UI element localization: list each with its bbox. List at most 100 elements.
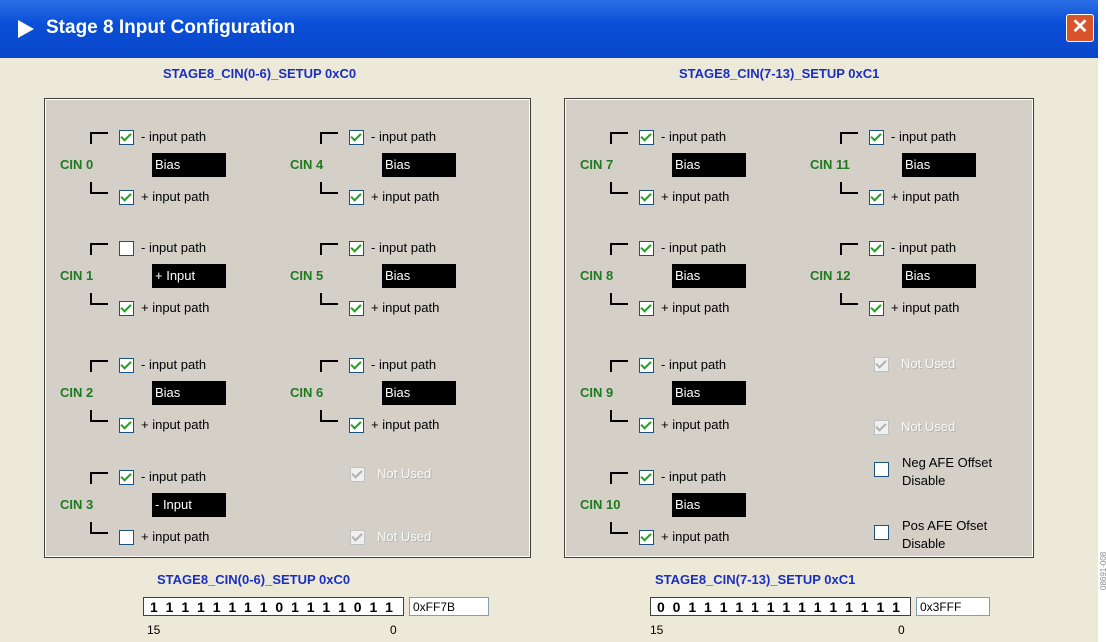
cin-6-bracket-bottom xyxy=(320,410,338,422)
cin-8-neg-input-checkbox[interactable] xyxy=(639,241,654,256)
cin-8-neg-input-label: - input path xyxy=(661,240,727,255)
cin-3-bias-field[interactable]: - Input xyxy=(152,493,226,517)
cin-4-bracket-bottom xyxy=(320,182,338,194)
cin-5-pos-input-checkbox[interactable] xyxy=(349,301,364,316)
cin-2-neg-input-checkbox[interactable] xyxy=(119,358,134,373)
cin-10-pos-input-checkbox[interactable] xyxy=(639,530,654,545)
register-bits-right: 0 0 1 1 1 1 1 1 1 1 1 1 1 1 1 1 xyxy=(650,597,911,616)
cin-5-neg-input-label: - input path xyxy=(371,240,437,255)
cin-1-bracket-top xyxy=(90,243,108,255)
cin-0-pos-input-label: + input path xyxy=(141,189,210,204)
cin-7-neg-input-checkbox[interactable] xyxy=(639,130,654,145)
cin-1-pos-input-label: + input path xyxy=(141,300,210,315)
cin-2-label: CIN 2 xyxy=(60,385,94,400)
cin-11-pos-input-checkbox[interactable] xyxy=(869,190,884,205)
cin-2-pos-input-checkbox[interactable] xyxy=(119,418,134,433)
cin-7-bracket-bottom xyxy=(610,182,628,194)
cin-8-label: CIN 8 xyxy=(580,268,614,283)
cin-8-pos-input-checkbox[interactable] xyxy=(639,301,654,316)
cin-6-bias-field[interactable]: Bias xyxy=(382,381,456,405)
pos-afe-offset-disable-label: Pos AFE Ofset Disable xyxy=(902,517,987,553)
cin-6-neg-input-checkbox[interactable] xyxy=(349,358,364,373)
neg-afe-offset-disable-label: Neg AFE Offset Disable xyxy=(902,454,992,490)
cin-4-bracket-top xyxy=(320,132,338,144)
cin-2-bias-field[interactable]: Bias xyxy=(152,381,226,405)
cin-9-bracket-bottom xyxy=(610,410,628,422)
cin-0-neg-input-checkbox[interactable] xyxy=(119,130,134,145)
cin-8-bracket-bottom xyxy=(610,293,628,305)
register-hex-left[interactable]: 0xFF7B xyxy=(409,597,489,616)
cin-6-pos-input-checkbox[interactable] xyxy=(349,418,364,433)
cin-3-neg-input-label: - input path xyxy=(141,469,207,484)
cin-11-bracket-bottom xyxy=(840,182,858,194)
cin-10-pos-input-label: + input path xyxy=(661,529,730,544)
neg-afe-label-line1: Neg AFE Offset xyxy=(902,455,993,470)
register-title-left: STAGE8_CIN(0-6)_SETUP 0xC0 xyxy=(157,572,351,587)
pos-afe-label-line1: Pos AFE Ofset xyxy=(902,518,988,533)
cin-9-pos-input-checkbox[interactable] xyxy=(639,418,654,433)
cin-11-bias-field[interactable]: Bias xyxy=(902,153,976,177)
cin-6-pos-input-label: + input path xyxy=(371,417,440,432)
pos-afe-offset-disable-checkbox[interactable] xyxy=(874,525,889,540)
cin-6-bracket-top xyxy=(320,360,338,372)
cin-3-neg-input-checkbox[interactable] xyxy=(119,470,134,485)
cin-3-label: CIN 3 xyxy=(60,497,94,512)
cin-4-bias-field[interactable]: Bias xyxy=(382,153,456,177)
cin-7-pos-input-checkbox[interactable] xyxy=(639,190,654,205)
cin-1-neg-input-checkbox[interactable] xyxy=(119,241,134,256)
cin-12-label: CIN 12 xyxy=(810,268,851,283)
cin-5-bracket-bottom xyxy=(320,293,338,305)
cin-2-bracket-top xyxy=(90,360,108,372)
cin-7-bracket-top xyxy=(610,132,628,144)
cin-0-bias-field[interactable]: Bias xyxy=(152,153,226,177)
cin-5-pos-input-label: + input path xyxy=(371,300,440,315)
neg-afe-offset-disable-checkbox[interactable] xyxy=(874,462,889,477)
panel-cin-0-6 xyxy=(44,98,531,558)
not-used-checkbox xyxy=(874,420,889,435)
cin-7-bias-field[interactable]: Bias xyxy=(672,153,746,177)
cin-10-neg-input-checkbox[interactable] xyxy=(639,470,654,485)
cin-8-pos-input-label: + input path xyxy=(661,300,730,315)
cin-9-bias-field[interactable]: Bias xyxy=(672,381,746,405)
register-lsb-left: 0 xyxy=(390,623,397,637)
app-arrow-icon xyxy=(18,20,34,38)
cin-9-pos-input-label: + input path xyxy=(661,417,730,432)
register-lsb-right: 0 xyxy=(898,623,905,637)
cin-11-neg-input-checkbox[interactable] xyxy=(869,130,884,145)
cin-12-bracket-top xyxy=(840,243,858,255)
cin-12-neg-input-checkbox[interactable] xyxy=(869,241,884,256)
title-bar[interactable]: Stage 8 Input Configuration ✕ xyxy=(0,0,1098,58)
cin-12-pos-input-checkbox[interactable] xyxy=(869,301,884,316)
cin-10-neg-input-label: - input path xyxy=(661,469,727,484)
cin-4-neg-input-checkbox[interactable] xyxy=(349,130,364,145)
cin-2-neg-input-label: - input path xyxy=(141,357,207,372)
not-used-label: Not Used xyxy=(901,419,956,434)
cin-1-pos-input-checkbox[interactable] xyxy=(119,301,134,316)
cin-1-bracket-bottom xyxy=(90,293,108,305)
register-title-right: STAGE8_CIN(7-13)_SETUP 0xC1 xyxy=(655,572,856,587)
cin-1-bias-field[interactable]: + Input xyxy=(152,264,226,288)
cin-5-label: CIN 5 xyxy=(290,268,324,283)
cin-9-neg-input-checkbox[interactable] xyxy=(639,358,654,373)
cin-11-neg-input-label: - input path xyxy=(891,129,957,144)
close-button[interactable]: ✕ xyxy=(1066,14,1094,42)
cin-0-pos-input-checkbox[interactable] xyxy=(119,190,134,205)
cin-8-bracket-top xyxy=(610,243,628,255)
cin-12-bias-field[interactable]: Bias xyxy=(902,264,976,288)
cin-5-neg-input-checkbox[interactable] xyxy=(349,241,364,256)
register-hex-right[interactable]: 0x3FFF xyxy=(916,597,990,616)
cin-3-pos-input-checkbox[interactable] xyxy=(119,530,134,545)
cin-8-bias-field[interactable]: Bias xyxy=(672,264,746,288)
cin-5-bias-field[interactable]: Bias xyxy=(382,264,456,288)
cin-3-pos-input-label: + input path xyxy=(141,529,210,544)
pos-afe-label-line2: Disable xyxy=(902,536,946,551)
group-title-right: STAGE8_CIN(7-13)_SETUP 0xC1 xyxy=(679,66,880,81)
cin-10-bias-field[interactable]: Bias xyxy=(672,493,746,517)
cin-4-pos-input-checkbox[interactable] xyxy=(349,190,364,205)
dialog-window: Stage 8 Input Configuration ✕ STAGE8_CIN… xyxy=(0,0,1098,642)
cin-7-pos-input-label: + input path xyxy=(661,189,730,204)
cin-4-pos-input-label: + input path xyxy=(371,189,440,204)
cin-3-bracket-bottom xyxy=(90,522,108,534)
cin-10-label: CIN 10 xyxy=(580,497,621,512)
cin-11-bracket-top xyxy=(840,132,858,144)
